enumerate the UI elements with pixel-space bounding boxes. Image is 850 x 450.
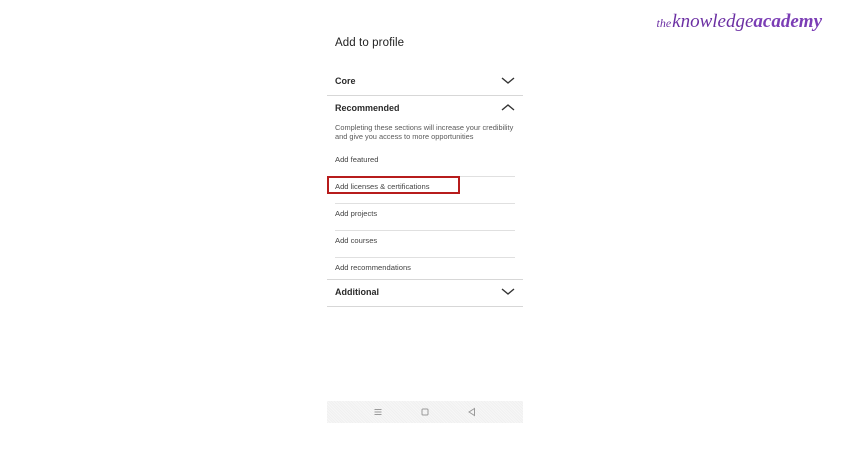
- page-title: Add to profile: [335, 37, 405, 49]
- chevron-up-icon: [501, 104, 515, 111]
- add-licenses-certifications-label: Add licenses & certifications: [335, 182, 430, 191]
- section-additional-label: Additional: [335, 287, 379, 297]
- logo-academy: academy: [753, 11, 822, 32]
- brand-logo: the knowledge academy: [656, 12, 822, 31]
- add-featured-item[interactable]: Add featured: [335, 151, 515, 177]
- add-to-profile-panel: Add to profile Core Recommended Completi…: [327, 0, 523, 425]
- back-icon[interactable]: [466, 406, 478, 418]
- add-projects-label: Add projects: [335, 209, 378, 218]
- add-featured-label: Add featured: [335, 155, 379, 164]
- divider: [327, 279, 523, 280]
- section-core[interactable]: Core: [327, 70, 523, 96]
- add-licenses-certifications-item[interactable]: Add licenses & certifications: [335, 178, 515, 204]
- chevron-down-icon: [501, 77, 515, 84]
- section-core-label: Core: [335, 76, 356, 86]
- logo-the: the: [656, 16, 672, 30]
- recommended-description: Completing these sections will increase …: [335, 123, 514, 141]
- section-recommended-label: Recommended: [335, 103, 400, 113]
- section-additional[interactable]: Additional: [327, 281, 523, 307]
- add-recommendations-label: Add recommendations: [335, 263, 411, 272]
- logo-knowledge: knowledge: [672, 11, 754, 32]
- home-icon[interactable]: [419, 406, 431, 418]
- chevron-down-icon: [501, 288, 515, 295]
- add-projects-item[interactable]: Add projects: [335, 205, 515, 231]
- system-nav-bar: [327, 401, 523, 423]
- section-recommended[interactable]: Recommended: [327, 97, 523, 123]
- add-courses-item[interactable]: Add courses: [335, 232, 515, 258]
- menu-icon[interactable]: [372, 406, 384, 418]
- add-courses-label: Add courses: [335, 236, 378, 245]
